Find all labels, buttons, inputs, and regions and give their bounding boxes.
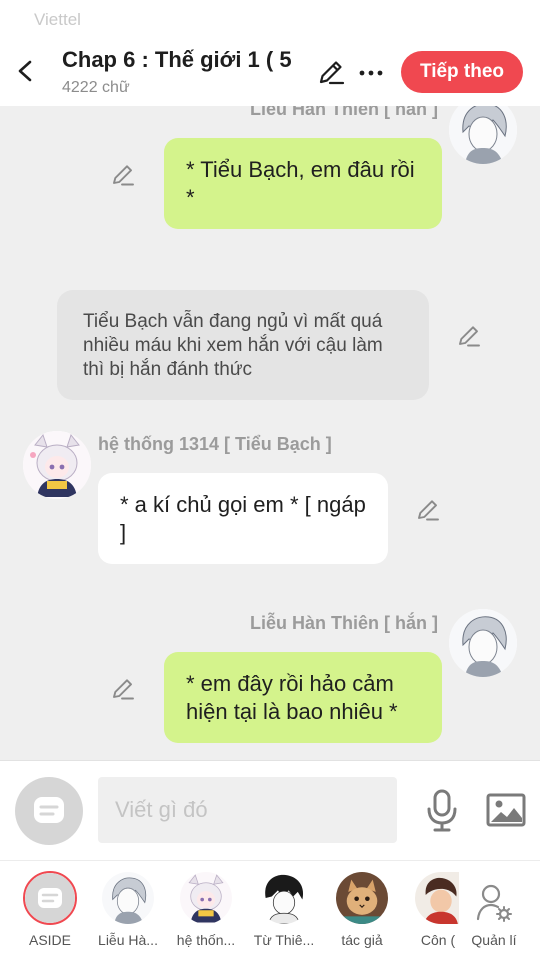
image-icon <box>486 793 526 827</box>
gray-haired-man-avatar <box>449 106 517 164</box>
narration-bubble[interactable]: Tiểu Bạch vẫn đang ngủ vì mất quá nhiều … <box>57 290 429 400</box>
character-avatar <box>258 872 310 924</box>
pencil-icon <box>113 679 134 700</box>
speaker-avatar[interactable] <box>449 106 517 164</box>
more-horizontal-icon <box>359 70 383 76</box>
chevron-left-icon <box>18 60 32 82</box>
tab-label: ASIDE <box>28 932 71 948</box>
pencil-icon <box>459 326 480 347</box>
tab-manage[interactable]: Quản lí <box>459 861 529 961</box>
speaker-name: hệ thống 1314 [ Tiểu Bạch ] <box>98 434 332 454</box>
speaker-name: Liễu Hàn Thiên [ hắn ] <box>250 106 438 119</box>
aside-avatar <box>23 871 77 925</box>
more-options-button[interactable] <box>357 57 385 87</box>
microphone-icon <box>427 789 457 832</box>
chat-area[interactable]: Liễu Hàn Thiên [ hắn ] * Tiểu Bạch, em đ… <box>0 106 540 760</box>
tab-label: tác giả <box>341 932 383 948</box>
insert-image-button[interactable] <box>486 792 526 828</box>
edit-message-button[interactable] <box>110 162 136 188</box>
red-shirt-boy-avatar <box>415 872 459 924</box>
tab-label: Quản lí <box>471 932 517 948</box>
gray-haired-man-avatar <box>102 872 154 924</box>
edit-title-button[interactable] <box>316 57 346 87</box>
black-haired-boy-avatar <box>258 872 310 924</box>
tab-label: hệ thốn... <box>176 932 236 948</box>
pencil-icon <box>418 500 439 521</box>
status-bar: Viettel <box>0 0 540 40</box>
character-avatar <box>415 872 459 924</box>
back-button[interactable] <box>10 54 40 88</box>
carrier-label: Viettel <box>34 10 81 29</box>
message-input[interactable] <box>98 777 397 843</box>
character-avatar <box>180 872 232 924</box>
white-haired-girl-avatar <box>180 872 232 924</box>
pencil-icon <box>113 165 134 186</box>
manage-icon-wrap <box>476 883 512 923</box>
message-bubble-other[interactable]: * a kí chủ gọi em * [ ngáp ] <box>98 473 388 564</box>
speaker-avatar[interactable] <box>23 431 91 499</box>
tab-character[interactable]: hệ thốn... <box>167 861 245 961</box>
character-avatar <box>336 872 388 924</box>
aside-chat-icon <box>25 873 75 923</box>
speaker-name: Liễu Hàn Thiên [ hắn ] <box>250 613 438 633</box>
word-count: 4222 chữ <box>62 79 130 96</box>
white-haired-girl-avatar <box>23 431 91 499</box>
composer-bar <box>0 760 540 861</box>
tab-character[interactable]: Từ Thiê... <box>245 861 323 961</box>
gray-haired-man-avatar <box>449 609 517 677</box>
edit-message-button[interactable] <box>110 676 136 702</box>
tab-label: Liễu Hà... <box>98 932 158 948</box>
tab-character[interactable]: Côn ( <box>401 861 459 961</box>
chapter-title: Chap 6 : Thế giới 1 ( 5 <box>62 47 292 72</box>
pencil-icon <box>319 61 345 85</box>
speaker-avatar[interactable] <box>449 609 517 677</box>
character-tab-bar: ASIDE Liễu Hà... hệ thốn... Từ Thiê... t… <box>0 860 540 961</box>
character-avatar <box>102 872 154 924</box>
tab-aside[interactable]: ASIDE <box>11 861 89 961</box>
user-gear-icon <box>476 884 512 922</box>
tab-label: Từ Thiê... <box>253 932 315 948</box>
cat-avatar <box>336 872 388 924</box>
tab-character[interactable]: tác giả <box>323 861 401 961</box>
edit-narration-button[interactable] <box>456 323 482 349</box>
aside-toggle-button[interactable] <box>15 777 83 845</box>
message-bubble-mine[interactable]: * em đây rồi hảo cảm hiện tại là bao nhi… <box>164 652 442 743</box>
tab-character[interactable]: Liễu Hà... <box>89 861 167 961</box>
voice-input-button[interactable] <box>425 789 459 833</box>
message-bubble-mine[interactable]: * Tiểu Bạch, em đâu rồi * <box>164 138 442 229</box>
edit-message-button[interactable] <box>415 497 441 523</box>
next-chapter-button[interactable]: Tiếp theo <box>401 51 523 93</box>
chat-bubble-icon <box>34 797 64 823</box>
chapter-header: Chap 6 : Thế giới 1 ( 5 4222 chữ Tiếp th… <box>0 40 540 106</box>
